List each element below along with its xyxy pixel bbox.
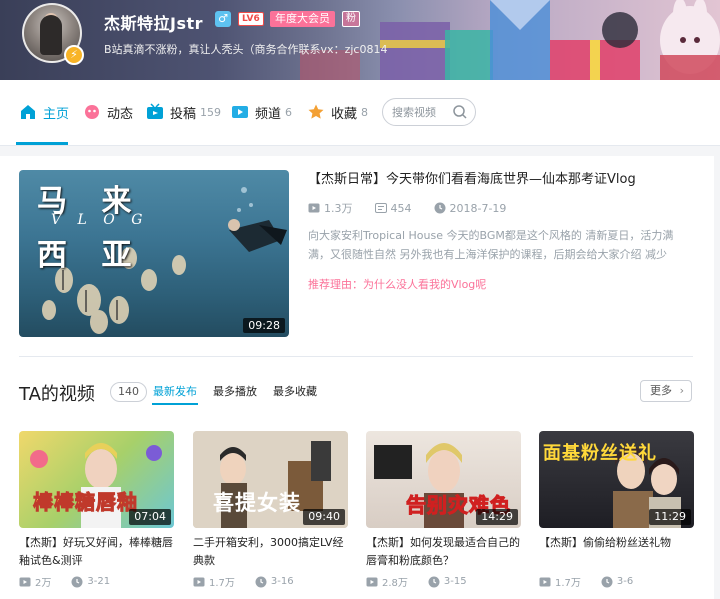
featured-overlay-vlog: V L O G	[51, 212, 149, 228]
tab-home-label: 主页	[43, 106, 70, 122]
tab-favorites[interactable]: 收藏 8	[307, 102, 368, 122]
featured-video-meta: 1.3万 454 2018-7-19	[308, 200, 528, 216]
clock-icon	[428, 576, 440, 587]
featured-views: 1.3万	[324, 202, 353, 215]
featured-description: 向大家安利Tropical House 今天的BGM都是这个风格的 清新夏日，活…	[308, 229, 674, 261]
featured-date: 2018-7-19	[449, 201, 507, 215]
featured-reason: 推荐理由：为什么没人看我的Vlog呢	[308, 278, 487, 291]
video-title[interactable]: 【杰斯】如何发现最适合自己的唇膏和粉底颜色？	[366, 534, 521, 570]
tab-favorites-label: 收藏	[331, 106, 358, 122]
video-title[interactable]: 【杰斯】好玩又好闻，棒棒糖唇釉试色&测评	[19, 534, 174, 570]
video-duration: 14:29	[476, 509, 518, 525]
featured-video-title[interactable]: 【杰斯日常】今天带你们看看海底世界—仙本那考证Vlog	[308, 168, 698, 187]
video-date: 3-16	[270, 576, 294, 587]
danmaku-icon	[374, 203, 387, 213]
video-card[interactable]: 棒棒糖唇釉 07:04 【杰斯】好玩又好闻，棒棒糖唇釉试色&测评 2万 3-21	[19, 431, 174, 589]
level-badge: LV6	[238, 12, 264, 26]
video-date: 3-15	[443, 576, 467, 587]
video-views: 1.7万	[209, 578, 235, 589]
tab-latest[interactable]: 最新发布	[153, 383, 197, 399]
search-input[interactable]	[392, 103, 452, 121]
play-count-icon	[193, 577, 205, 586]
video-thumbnail[interactable]: 喜提女装 09:40	[193, 431, 348, 528]
more-button[interactable]: 更多 ›	[640, 380, 692, 402]
video-views: 2万	[35, 578, 52, 589]
video-meta: 2.8万 3-15	[366, 574, 521, 589]
male-icon: ♂	[215, 11, 231, 27]
video-thumbnail[interactable]: 告别灾难色 14:29	[366, 431, 521, 528]
clock-icon	[255, 576, 267, 587]
tab-channels[interactable]: 频道 6	[231, 102, 292, 122]
username: 杰斯特拉Jstr	[104, 14, 204, 33]
tab-uploads-label: 投稿	[170, 106, 197, 122]
play-count-icon	[366, 577, 378, 586]
home-icon	[21, 105, 35, 119]
tab-uploads-count: 159	[200, 105, 222, 119]
video-views: 2.8万	[382, 578, 408, 589]
videos-count-badge: 140	[110, 382, 147, 402]
uploads-icon	[147, 103, 163, 119]
tab-channels-label: 频道	[255, 106, 282, 122]
search-box	[382, 98, 476, 126]
video-duration: 09:40	[303, 509, 345, 525]
featured-danmaku: 454	[390, 201, 412, 215]
video-card[interactable]: 告别灾难色 14:29 【杰斯】如何发现最适合自己的唇膏和粉底颜色？ 2.8万 …	[366, 431, 521, 589]
tab-dynamic[interactable]: 动态	[83, 102, 133, 122]
video-thumbnail[interactable]: 面基粉丝送礼 11:29	[539, 431, 694, 528]
featured-video-thumbnail[interactable]: 马 来 V L O G 西 亚 09:28	[19, 170, 289, 337]
active-tab-indicator	[16, 142, 68, 145]
featured-duration: 09:28	[243, 318, 285, 333]
play-count-icon	[19, 577, 31, 586]
lightning-icon: ⚡	[64, 45, 84, 65]
tab-channels-count: 6	[285, 105, 293, 119]
vip-badge[interactable]: 年度大会员	[270, 11, 335, 27]
play-count-icon	[308, 203, 320, 213]
tab-home[interactable]: 主页	[19, 102, 69, 122]
video-thumbnail[interactable]: 棒棒糖唇釉 07:04	[19, 431, 174, 528]
featured-overlay-title-2: 西 亚	[37, 238, 144, 273]
thumbnail-overlay-text: 喜提女装	[213, 491, 301, 515]
tab-most-played[interactable]: 最多播放	[213, 383, 257, 399]
video-card[interactable]: 喜提女装 09:40 二手开箱安利，3000搞定LV经典款 1.7万 3-16	[193, 431, 348, 589]
sort-tab-indicator	[152, 403, 198, 405]
tab-most-favorited[interactable]: 最多收藏	[273, 383, 317, 399]
video-date: 3-21	[87, 576, 111, 587]
search-icon[interactable]	[452, 104, 468, 120]
more-button-label: 更多	[650, 384, 672, 397]
play-count-icon	[539, 577, 551, 586]
clock-icon	[601, 576, 613, 587]
videos-section-title: TA的视频	[19, 384, 95, 405]
video-title[interactable]: 二手开箱安利，3000搞定LV经典款	[193, 534, 348, 570]
video-meta: 2万 3-21	[19, 574, 174, 589]
video-card[interactable]: 面基粉丝送礼 11:29 【杰斯】偷偷给粉丝送礼物 1.7万 3-6	[539, 431, 694, 589]
main-content: 马 来 V L O G 西 亚 09:28 【杰斯日常】今天带你们看看海底世界—…	[0, 156, 714, 599]
tab-uploads[interactable]: 投稿 159	[146, 102, 221, 122]
dynamic-icon	[85, 105, 99, 119]
chevron-right-icon: ›	[679, 384, 684, 397]
clock-icon	[434, 202, 445, 214]
video-duration: 07:04	[129, 509, 171, 525]
fan-badge: 粉	[342, 11, 360, 27]
profile-banner: ⚡ 杰斯特拉Jstr ♂ LV6 年度大会员 粉 B站真滴不涨粉，真让人秃头（商…	[0, 0, 720, 80]
thumbnail-overlay-text: 面基粉丝送礼	[543, 443, 657, 464]
video-title[interactable]: 【杰斯】偷偷给粉丝送礼物	[539, 534, 694, 570]
video-date: 3-6	[616, 576, 634, 587]
tab-favorites-count: 8	[361, 105, 369, 119]
clock-icon	[71, 576, 83, 587]
tab-dynamic-label: 动态	[107, 106, 134, 122]
user-signature: B站真滴不涨粉，真让人秃头（商务合作联系vx：zjc0814	[104, 43, 388, 56]
section-divider	[19, 356, 693, 357]
video-views: 1.7万	[555, 578, 581, 589]
channels-icon	[232, 106, 248, 118]
star-icon	[308, 104, 324, 119]
thumbnail-overlay-text: 棒棒糖唇釉	[33, 490, 138, 515]
profile-nav: 主页 动态 投稿 159 频道 6 收藏 8	[0, 80, 720, 146]
video-duration: 11:29	[649, 509, 691, 525]
video-meta: 1.7万 3-16	[193, 574, 348, 589]
video-meta: 1.7万 3-6	[539, 574, 694, 589]
